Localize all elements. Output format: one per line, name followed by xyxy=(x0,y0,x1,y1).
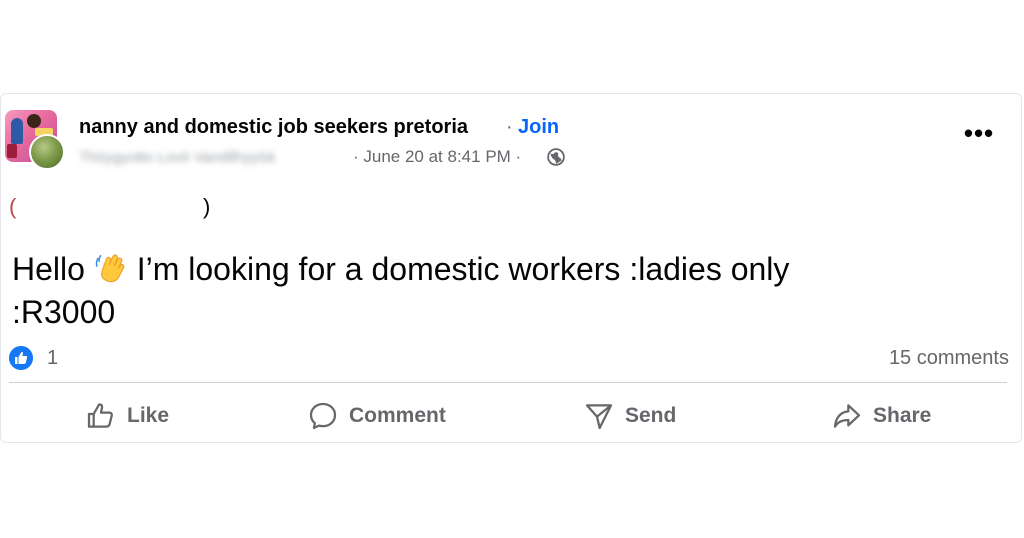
post-body: Hello I’m looking for a domestic workers… xyxy=(12,248,1012,334)
send-label: Send xyxy=(625,404,677,427)
join-button[interactable]: Join xyxy=(518,116,559,139)
censored-open: ( xyxy=(9,194,17,219)
like-label: Like xyxy=(127,404,170,427)
author-name[interactable]: Thöygyotto Lovö Vandilhyyöä xyxy=(79,149,353,165)
post-body-rest: I’m looking for a domestic workers :ladi… xyxy=(127,251,790,287)
like-button[interactable]: Like xyxy=(85,396,169,436)
share-label: Share xyxy=(873,404,932,427)
send-button[interactable]: Send xyxy=(583,396,676,436)
post-card: nanny and domestic job seekers pretoria … xyxy=(0,93,1022,443)
reaction-count[interactable]: 1 xyxy=(47,347,58,370)
user-avatar[interactable] xyxy=(29,134,65,170)
post-body-price: :R3000 xyxy=(12,294,116,330)
reaction-bar: 1 15 comments xyxy=(9,344,1009,374)
separator-dot: · xyxy=(506,116,513,138)
post-body-start: Hello xyxy=(12,251,94,287)
comment-button[interactable]: Comment xyxy=(307,396,446,436)
speech-bubble-icon xyxy=(309,402,337,430)
like-reaction-icon[interactable] xyxy=(9,346,33,370)
paper-plane-icon xyxy=(585,404,613,430)
comment-label: Comment xyxy=(349,404,446,427)
waving-hand-emoji xyxy=(95,254,125,283)
comments-count[interactable]: 15 comments xyxy=(889,347,1009,370)
thumbs-up-icon xyxy=(87,403,113,428)
divider xyxy=(9,382,1007,383)
censored-text: ( ) xyxy=(9,194,219,219)
more-options-button[interactable]: ••• xyxy=(957,120,1001,152)
globe-icon xyxy=(547,148,565,166)
action-bar: Like Comment Send Share xyxy=(1,392,1023,440)
post-timestamp[interactable]: · June 20 at 8:41 PM · xyxy=(353,147,521,167)
avatar-group[interactable] xyxy=(5,110,65,170)
censored-close: ) xyxy=(203,194,211,219)
share-button[interactable]: Share xyxy=(831,396,931,436)
share-arrow-icon xyxy=(833,404,861,428)
group-name-link[interactable]: nanny and domestic job seekers pretoria xyxy=(79,116,468,139)
redaction-box xyxy=(19,198,199,216)
